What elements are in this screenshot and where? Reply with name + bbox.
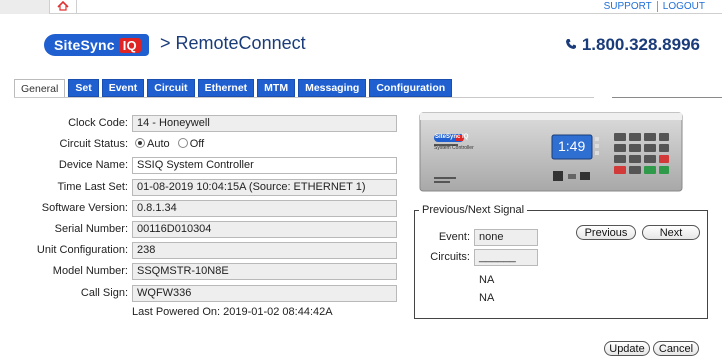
last-powered-text: Last Powered On: 2019-01-02 08:44:42A [132, 306, 333, 318]
tab-circuit[interactable]: Circuit [147, 79, 195, 97]
device-brand-text: SiteSync [435, 134, 461, 140]
time-last-set-label: Time Last Set: [57, 181, 128, 193]
radio-off[interactable] [177, 138, 188, 148]
software-version-label: Software Version: [41, 202, 128, 214]
time-last-set-field: 01-08-2019 10:04:15A (Source: ETHERNET 1… [132, 179, 397, 196]
device-brand-iq: IQ [462, 134, 469, 140]
sitesync-logo: SiteSync IQ [44, 33, 149, 57]
next-button[interactable]: Next [642, 225, 700, 240]
call-sign-label: Call Sign: [80, 287, 128, 299]
support-phone: 1.800.328.8996 [565, 35, 700, 55]
tab-messaging[interactable]: Messaging [298, 79, 367, 97]
logout-link[interactable]: LOGOUT [656, 1, 710, 12]
radio-off-label: Off [189, 138, 205, 150]
tab-bar: General Set Event Circuit Ethernet MTM M… [14, 79, 453, 98]
serial-number-label: Serial Number: [54, 223, 128, 235]
logo-brand: SiteSync [54, 37, 115, 53]
device-name-label: Device Name: [58, 159, 128, 171]
signal-legend: Previous/Next Signal [419, 204, 528, 216]
top-links: SUPPORT LOGOUT [599, 1, 710, 12]
event-label: Event: [438, 231, 470, 243]
model-number-field: SSQMSTR-10N8E [132, 263, 397, 280]
circuit-na-2: NA [479, 292, 495, 304]
update-button[interactable]: Update [604, 341, 650, 356]
software-version-field: 0.8.1.34 [132, 200, 397, 217]
circuits-field: ______ [474, 249, 538, 266]
circuit-status-radios: Auto Off [135, 138, 204, 150]
logo-pill: SiteSync IQ [44, 34, 149, 56]
tab-general[interactable]: General [14, 79, 66, 98]
unit-configuration-field: 238 [132, 242, 397, 259]
cancel-button[interactable]: Cancel [653, 341, 699, 356]
call-sign-field: WQFW336 [132, 285, 397, 302]
support-link[interactable]: SUPPORT [599, 1, 657, 12]
device-image: SiteSync IQ System Controller 1:49 [418, 111, 686, 195]
app-name: RemoteConnect [175, 33, 306, 53]
event-field: none [474, 229, 538, 246]
circuit-na-1: NA [479, 274, 495, 286]
device-display-time: 1:49 [558, 138, 586, 154]
clock-code-label: Clock Code: [68, 117, 128, 129]
phone-icon [565, 37, 577, 53]
tab-mtm[interactable]: MTM [257, 79, 296, 97]
device-model: System Controller [434, 145, 474, 151]
radio-auto[interactable] [135, 138, 145, 148]
model-number-label: Model Number: [52, 265, 128, 277]
previous-button[interactable]: Previous [576, 225, 636, 240]
title-separator: > [160, 33, 171, 53]
circuit-status-label: Circuit Status: [59, 138, 128, 150]
tab-ethernet[interactable]: Ethernet [197, 79, 255, 97]
home-icon[interactable] [56, 0, 69, 14]
clock-code-field: 14 - Honeywell [132, 115, 397, 132]
tab-divider-right [612, 97, 722, 98]
device-brand: SiteSync IQ [435, 134, 468, 140]
phone-number: 1.800.328.8996 [581, 35, 700, 54]
logo-iq: IQ [118, 37, 141, 53]
device-name-input[interactable]: SSIQ System Controller [132, 157, 397, 174]
tab-event[interactable]: Event [101, 79, 145, 97]
serial-number-field: 00116D010304 [132, 221, 397, 238]
tab-set[interactable]: Set [68, 79, 99, 97]
app-title: > RemoteConnect [160, 33, 306, 54]
unit-configuration-label: Unit Configuration: [36, 244, 128, 256]
tab-divider [14, 97, 594, 98]
circuits-label: Circuits: [430, 251, 470, 263]
radio-auto-label: Auto [147, 138, 170, 150]
home-tab[interactable] [49, 0, 77, 14]
tab-configuration[interactable]: Configuration [369, 79, 453, 97]
